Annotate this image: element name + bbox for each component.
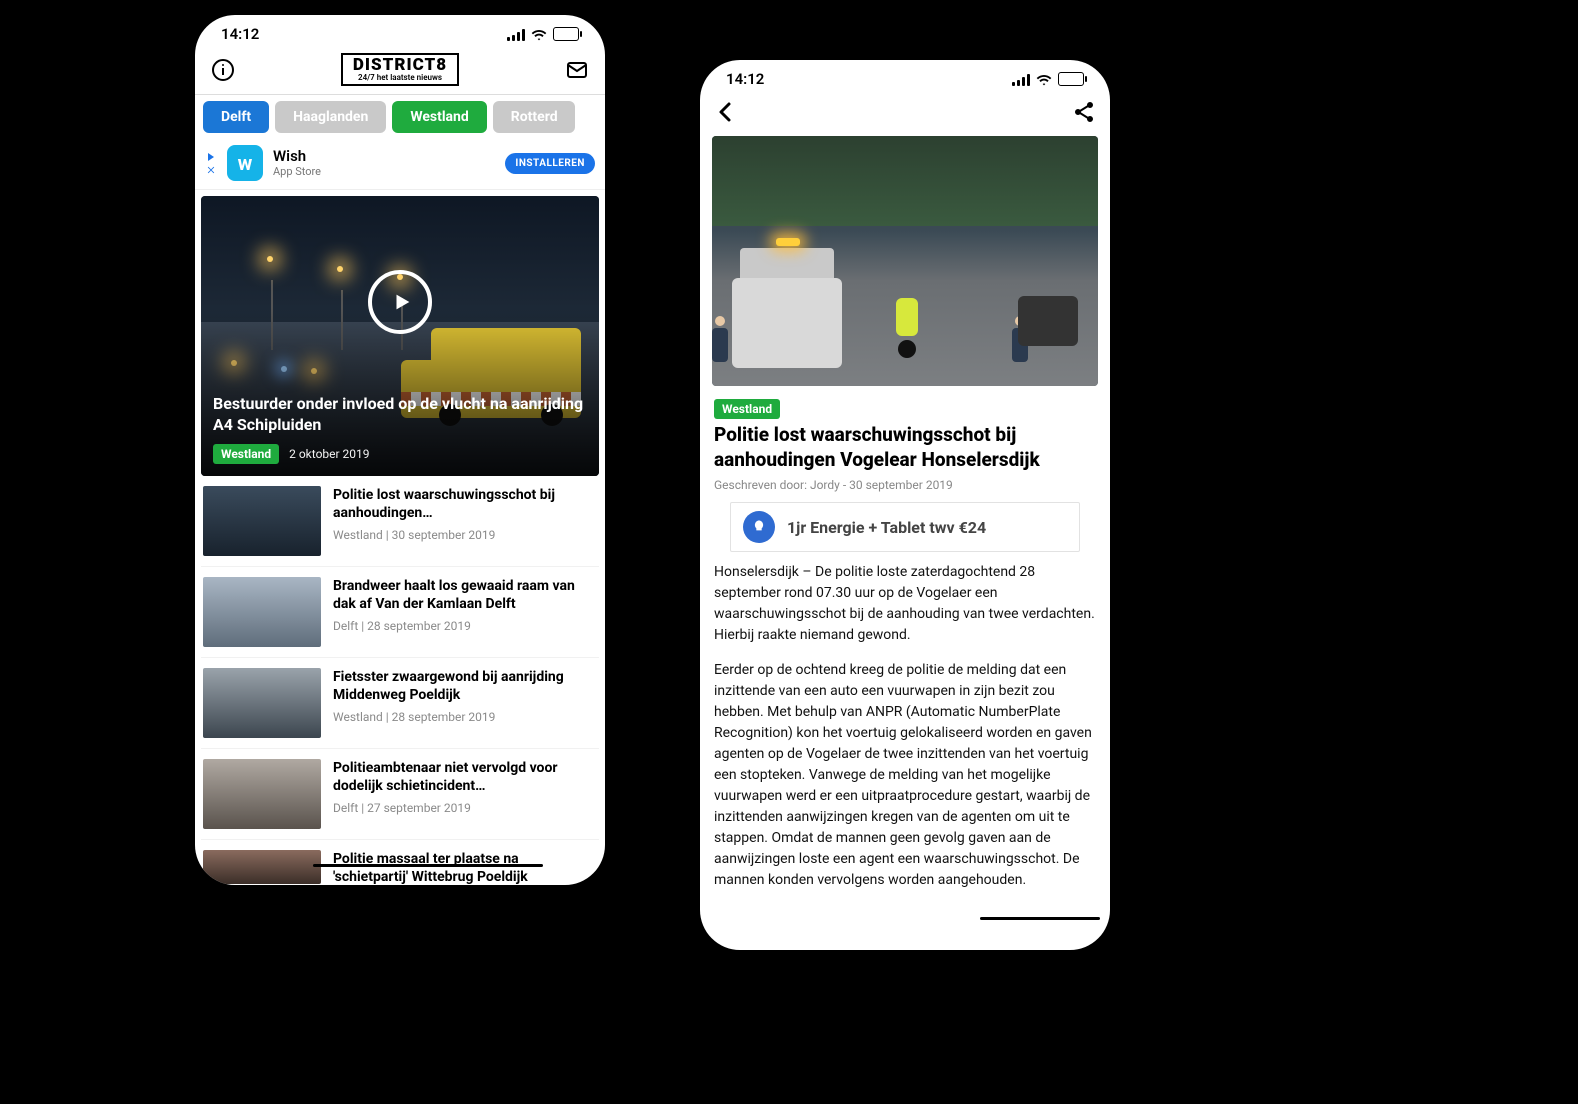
article-paragraph: Eerder op de ochtend kreeg de politie de… xyxy=(714,660,1096,891)
inline-ad[interactable]: 1jr Energie + Tablet twv €24 xyxy=(730,502,1080,552)
detail-header xyxy=(700,92,1110,136)
tab-label: Haaglanden xyxy=(293,109,368,125)
list-thumbnail xyxy=(203,759,321,829)
image-vehicle xyxy=(1018,296,1078,346)
image-police-van xyxy=(732,278,842,368)
article-title: Politie lost waarschuwingsschot bij aanh… xyxy=(700,423,1110,472)
back-icon[interactable] xyxy=(714,100,738,128)
list-item[interactable]: Brandweer haalt los gewaaid raam van dak… xyxy=(201,566,599,657)
status-time: 14:12 xyxy=(221,25,259,43)
tab-rotterdam[interactable]: Rotterd xyxy=(493,101,575,133)
hero-date: 2 oktober 2019 xyxy=(289,447,369,461)
list-meta: Westland | 30 september 2019 xyxy=(333,528,597,542)
battery-icon xyxy=(1058,72,1084,86)
list-item[interactable]: Politie massaal ter plaatse na 'schietpa… xyxy=(201,839,599,885)
list-title: Politie lost waarschuwingsschot bij aanh… xyxy=(333,486,597,522)
tab-delft[interactable]: Delft xyxy=(203,101,269,133)
home-indicator xyxy=(980,917,1100,920)
phone-article-detail: 14:12 Wes xyxy=(700,60,1110,950)
play-icon[interactable] xyxy=(368,270,432,334)
status-bar: 14:12 xyxy=(700,60,1110,92)
list-title: Brandweer haalt los gewaaid raam van dak… xyxy=(333,577,597,613)
list-item[interactable]: Politie lost waarschuwingsschot bij aanh… xyxy=(201,476,599,566)
mail-icon[interactable] xyxy=(563,56,591,84)
lightbulb-icon xyxy=(743,511,775,543)
app-header: DISTRICT8 24/7 het laatste nieuws xyxy=(195,47,605,95)
list-title: Politie massaal ter plaatse na 'schietpa… xyxy=(333,850,597,885)
app-logo: DISTRICT8 24/7 het laatste nieuws xyxy=(341,53,459,86)
list-thumbnail xyxy=(203,850,321,884)
tab-label: Rotterd xyxy=(511,109,558,125)
info-icon[interactable] xyxy=(209,56,237,84)
ad-title: Wish xyxy=(273,147,495,165)
list-title: Fietsster zwaargewond bij aanrijding Mid… xyxy=(333,668,597,704)
list-thumbnail xyxy=(203,486,321,556)
article-list: Politie lost waarschuwingsschot bij aanh… xyxy=(195,476,605,885)
ad-marker xyxy=(205,151,217,175)
list-item[interactable]: Politieambtenaar niet vervolgd voor dode… xyxy=(201,748,599,839)
ad-install-button[interactable]: INSTALLEREN xyxy=(505,153,595,174)
tab-haaglanden[interactable]: Haaglanden xyxy=(275,101,386,133)
list-item[interactable]: Fietsster zwaargewond bij aanrijding Mid… xyxy=(201,657,599,748)
image-motorcycle xyxy=(887,298,927,358)
signal-icon xyxy=(1012,74,1030,86)
hero-title: Bestuurder onder invloed op de vlucht na… xyxy=(213,394,587,436)
hero-article[interactable]: Bestuurder onder invloed op de vlucht na… xyxy=(201,196,599,476)
hero-category-badge: Westland xyxy=(213,444,279,464)
list-meta: Delft | 28 september 2019 xyxy=(333,619,597,633)
logo-subtitle: 24/7 het laatste nieuws xyxy=(353,74,447,82)
signal-icon xyxy=(507,29,525,41)
status-bar: 14:12 xyxy=(195,15,605,47)
list-thumbnail xyxy=(203,668,321,738)
status-time: 14:12 xyxy=(726,70,764,88)
battery-icon xyxy=(553,27,579,41)
list-meta: Delft | 27 september 2019 xyxy=(333,801,597,815)
article-hero-image xyxy=(712,136,1098,386)
home-indicator xyxy=(313,864,543,867)
inline-ad-title: 1jr Energie + Tablet twv €24 xyxy=(787,518,986,537)
article-paragraph: Honselersdijk – De politie loste zaterda… xyxy=(714,562,1096,646)
article-body: Honselersdijk – De politie loste zaterda… xyxy=(700,562,1110,891)
wifi-icon xyxy=(531,29,547,41)
tab-label: Westland xyxy=(410,109,468,125)
ad-banner[interactable]: w Wish App Store INSTALLEREN xyxy=(195,139,605,190)
article-category-badge: Westland xyxy=(714,399,780,419)
tab-label: Delft xyxy=(221,109,251,125)
share-icon[interactable] xyxy=(1072,100,1096,128)
ad-app-icon: w xyxy=(227,145,263,181)
wifi-icon xyxy=(1036,74,1052,86)
tab-westland[interactable]: Westland xyxy=(392,101,486,133)
list-meta: Westland | 28 september 2019 xyxy=(333,710,597,724)
ad-subtitle: App Store xyxy=(273,165,495,178)
list-title: Politieambtenaar niet vervolgd voor dode… xyxy=(333,759,597,795)
list-thumbnail xyxy=(203,577,321,647)
image-officer xyxy=(712,316,728,366)
logo-title: DISTRICT8 xyxy=(353,57,447,74)
article-byline: Geschreven door: Jordy - 30 september 20… xyxy=(700,472,1110,502)
phone-home-screen: 14:12 DISTRICT8 24/7 het laatste nieuws … xyxy=(195,15,605,885)
category-tabs: Delft Haaglanden Westland Rotterd xyxy=(195,95,605,139)
